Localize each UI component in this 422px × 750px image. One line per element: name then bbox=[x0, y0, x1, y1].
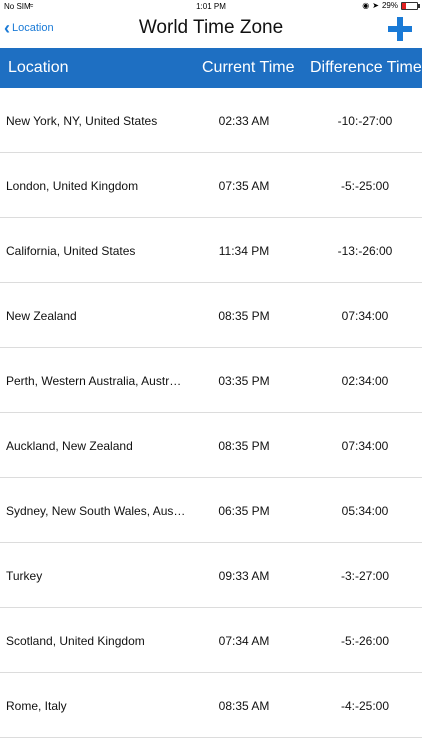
table-row[interactable]: California, United States 11:34 PM -13:-26… bbox=[0, 218, 422, 283]
current-time-cell: 08:35 PM bbox=[218, 309, 270, 323]
difference-time-cell: 02:34:00 bbox=[341, 374, 389, 388]
difference-time-cell: 07:34:00 bbox=[341, 309, 389, 323]
current-time-cell: 09:33 AM bbox=[218, 569, 270, 583]
table-row[interactable]: New Zealand 08:35 PM 07:34:00 bbox=[0, 283, 422, 348]
add-location-button[interactable] bbox=[388, 14, 412, 44]
current-time-cell: 08:35 PM bbox=[218, 439, 270, 453]
time-zone-list: New York, NY, United States 02:33 AM -10:-… bbox=[0, 88, 422, 738]
current-time-cell: 03:35 PM bbox=[218, 374, 270, 388]
status-time: 1:01 PM bbox=[196, 2, 226, 11]
location-cell: New York, NY, United States bbox=[6, 114, 158, 128]
column-header-difference-time: Difference Time bbox=[310, 59, 422, 76]
table-row[interactable]: Sydney, New South Wales, Austr... 06:35 P… bbox=[0, 478, 422, 543]
difference-time-cell: 07:34:00 bbox=[341, 439, 389, 453]
current-time-cell: 06:35 PM bbox=[218, 504, 270, 518]
difference-time-cell: -5:-25:00 bbox=[340, 179, 390, 193]
location-arrow-icon: ➤ bbox=[372, 1, 379, 10]
navigation-bar: ‹ Location World Time Zone bbox=[0, 14, 422, 48]
current-time-cell: 02:33 AM bbox=[218, 114, 270, 128]
table-row[interactable]: Auckland, New Zealand 08:35 PM 07:34:00 bbox=[0, 413, 422, 478]
table-header: Location Current Time Difference Time bbox=[0, 48, 422, 88]
table-row[interactable]: New York, NY, United States 02:33 AM -10:-… bbox=[0, 88, 422, 153]
location-cell: London, United Kingdom bbox=[6, 179, 139, 193]
table-row[interactable]: Rome, Italy 08:35 AM -4:-25:00 bbox=[0, 673, 422, 738]
status-right: ◉ ➤ 29% bbox=[362, 1, 420, 10]
location-cell: Scotland, United Kingdom bbox=[6, 634, 145, 648]
current-time-cell: 11:34 PM bbox=[218, 244, 270, 258]
table-row[interactable]: Scotland, United Kingdom 07:34 AM -5:-26:0… bbox=[0, 608, 422, 673]
table-row[interactable]: Turkey 09:33 AM -3:-27:00 bbox=[0, 543, 422, 608]
difference-time-cell: 05:34:00 bbox=[341, 504, 389, 518]
current-time-cell: 08:35 AM bbox=[218, 699, 270, 713]
location-cell: New Zealand bbox=[6, 309, 77, 323]
difference-time-cell: -10:-27:00 bbox=[337, 114, 393, 128]
difference-time-cell: -13:-26:00 bbox=[337, 244, 393, 258]
location-cell: Rome, Italy bbox=[6, 699, 67, 713]
location-cell: Turkey bbox=[6, 569, 43, 583]
difference-time-cell: -3:-27:00 bbox=[340, 569, 390, 583]
location-cell: Perth, Western Australia, Australia bbox=[6, 374, 186, 388]
current-time-cell: 07:34 AM bbox=[218, 634, 270, 648]
difference-time-cell: -5:-26:00 bbox=[340, 634, 390, 648]
battery-fill bbox=[402, 2, 407, 9]
column-header-location: Location bbox=[8, 59, 69, 76]
column-header-current-time: Current Time bbox=[202, 59, 295, 76]
current-time-cell: 07:35 AM bbox=[218, 179, 270, 193]
status-bar: No SIM ≈ 1:01 PM ◉ ➤ 29% bbox=[0, 0, 422, 14]
location-cell: Sydney, New South Wales, Austr... bbox=[6, 504, 186, 518]
location-cell: Auckland, New Zealand bbox=[6, 439, 133, 453]
table-row[interactable]: Perth, Western Australia, Australia 03:35… bbox=[0, 348, 422, 413]
page-title: World Time Zone bbox=[138, 17, 284, 38]
location-cell: California, United States bbox=[6, 244, 136, 258]
difference-time-cell: -4:-25:00 bbox=[340, 699, 390, 713]
table-row[interactable]: London, United Kingdom 07:35 AM -5:-25:00 bbox=[0, 153, 422, 218]
battery-icon bbox=[401, 1, 420, 10]
battery-percent: 29% bbox=[381, 1, 398, 10]
orientation-lock-icon: ◉ bbox=[362, 1, 370, 10]
